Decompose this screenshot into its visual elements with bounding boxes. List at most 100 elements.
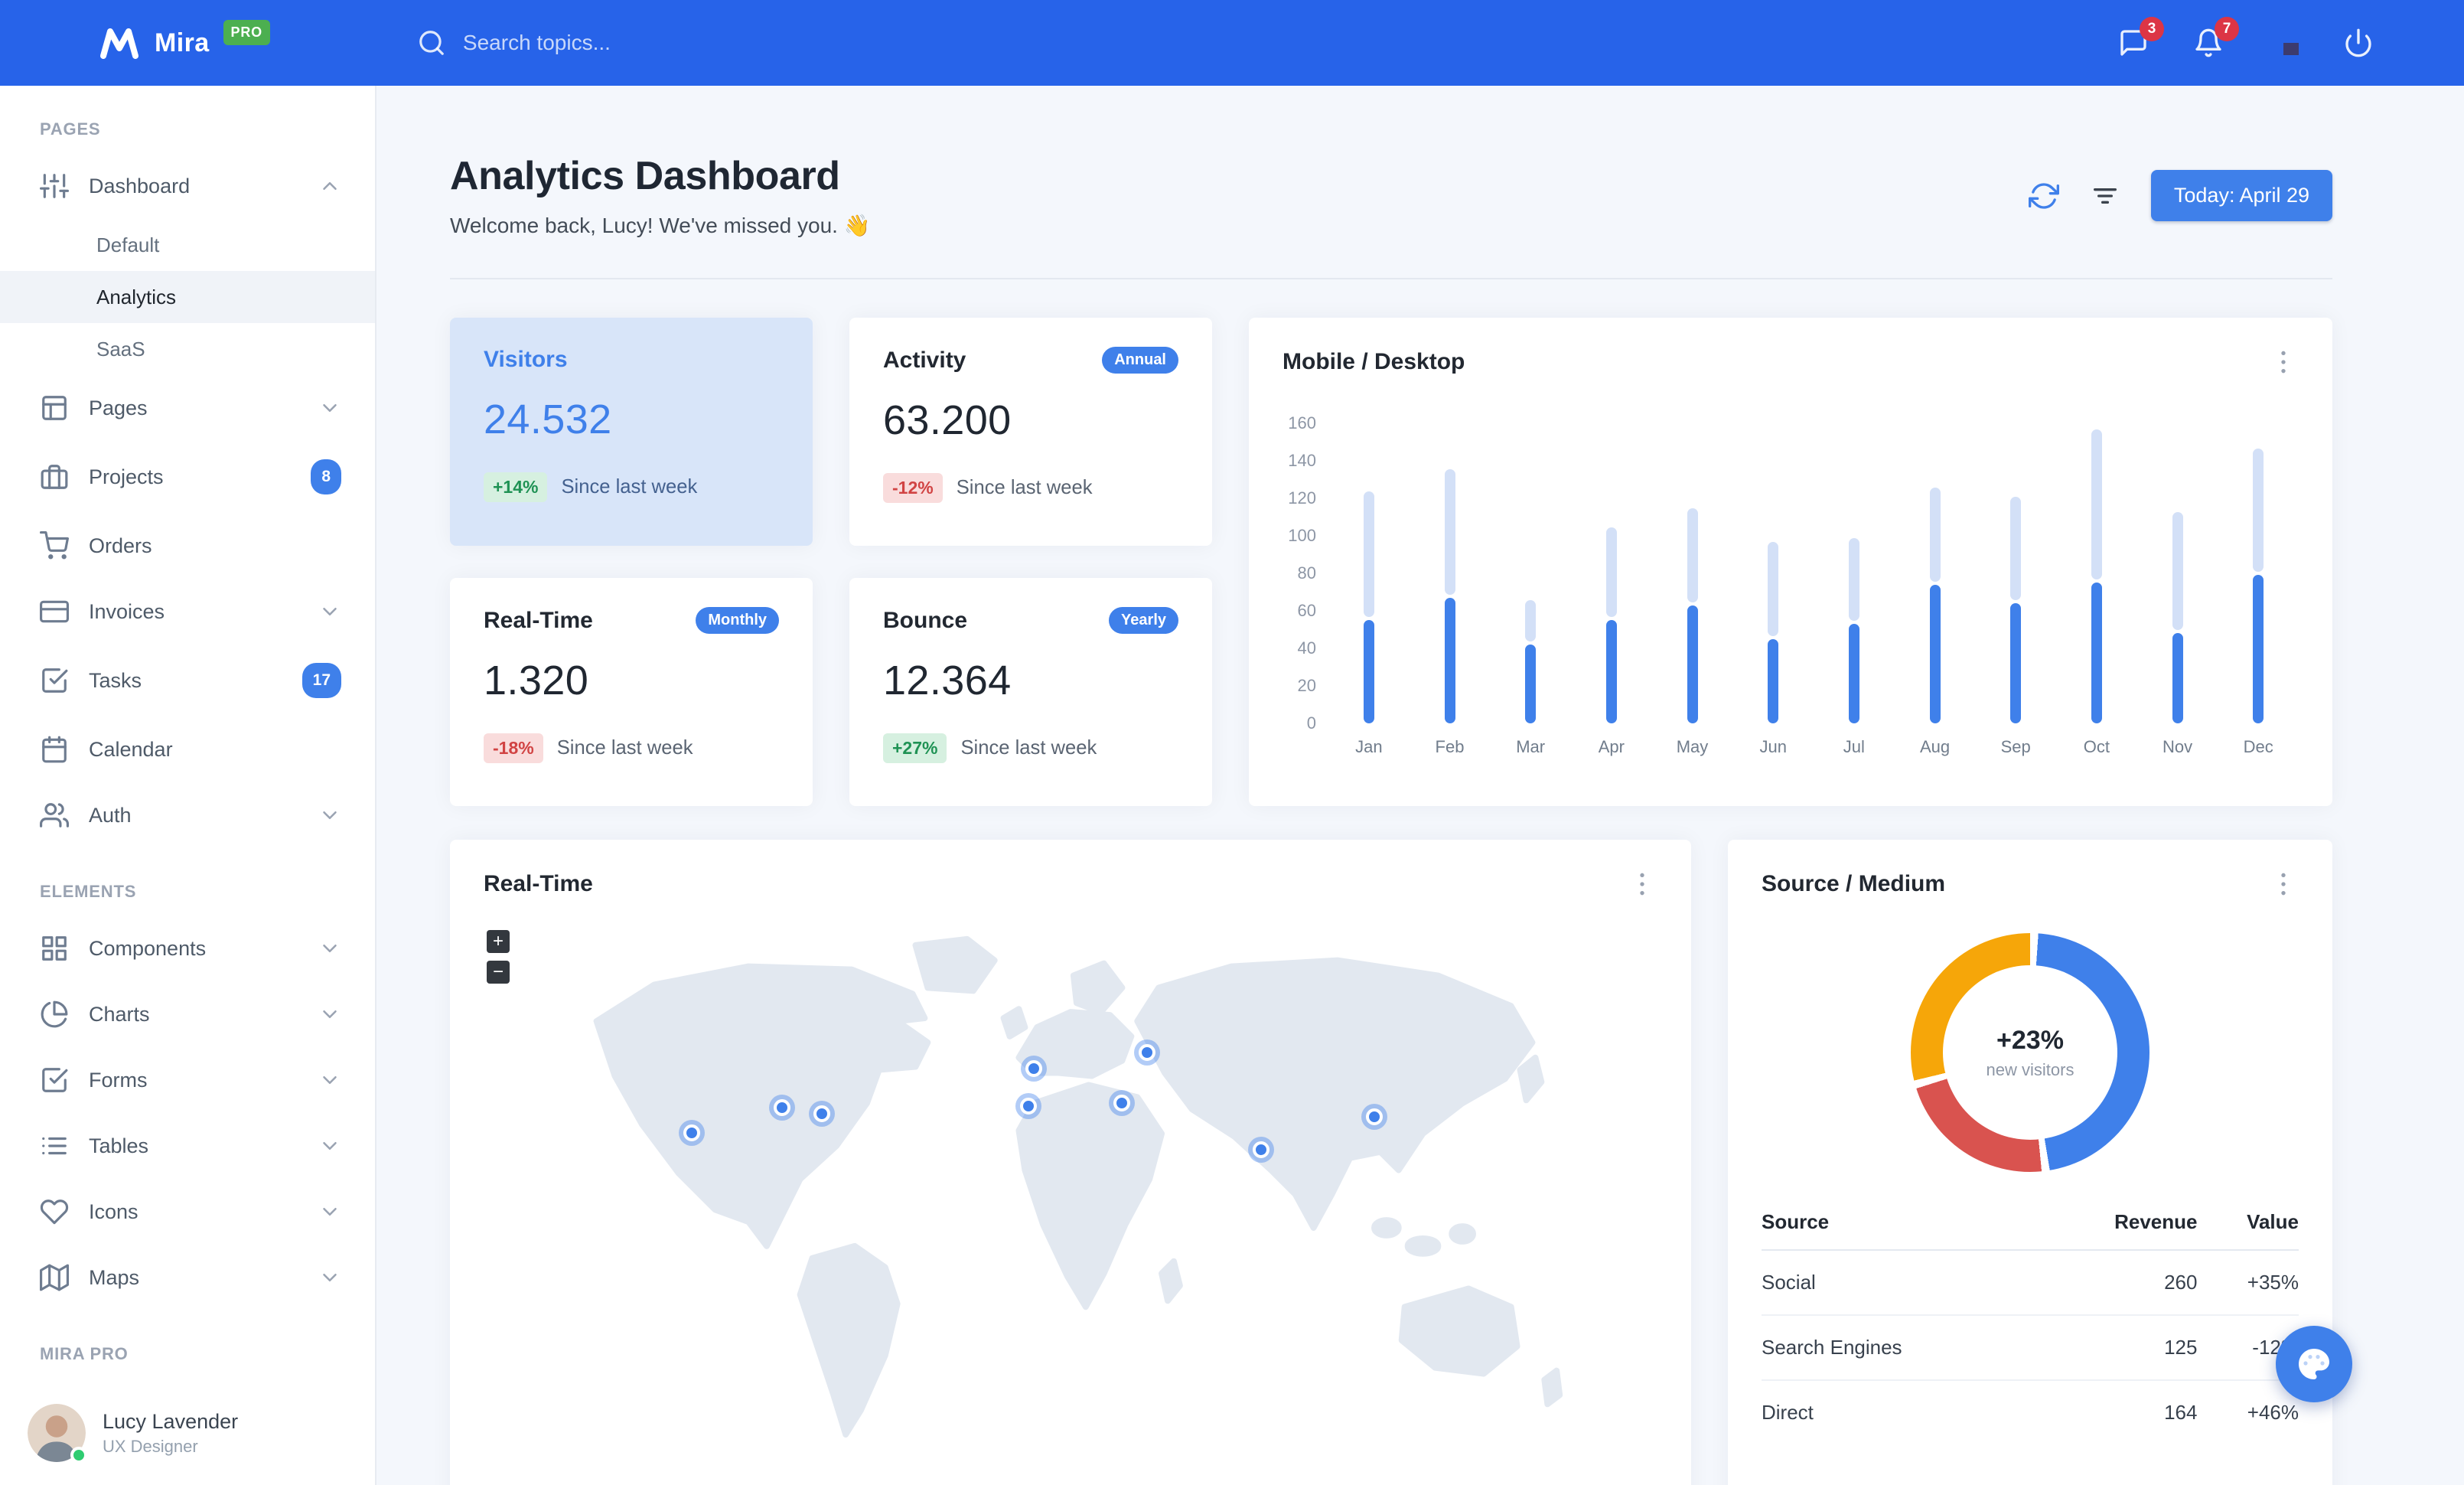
stats-grid: Visitors 24.532 +14% Since last week Act… bbox=[450, 318, 2332, 806]
sidebar-item-label: Components bbox=[89, 937, 207, 960]
filter-button[interactable] bbox=[2090, 181, 2120, 211]
search-input[interactable] bbox=[462, 31, 815, 55]
bar-group-mar: Mar bbox=[1490, 423, 1571, 777]
map-marker[interactable] bbox=[1019, 1098, 1037, 1115]
notifications-button[interactable]: 7 bbox=[2192, 17, 2239, 60]
sidebar-item-icons[interactable]: Icons bbox=[0, 1179, 375, 1245]
sidebar-subitem-default[interactable]: Default bbox=[0, 219, 375, 271]
bar-segment-desktop bbox=[2010, 603, 2022, 723]
bar-group-jan: Jan bbox=[1328, 423, 1410, 777]
refresh-button[interactable] bbox=[2028, 181, 2059, 211]
date-range-button[interactable]: Today: April 29 bbox=[2150, 170, 2332, 221]
bar-segment-desktop bbox=[1525, 645, 1537, 723]
language-button[interactable] bbox=[2267, 26, 2300, 60]
cell-source: Direct bbox=[1762, 1401, 1814, 1424]
sidebar-item-maps[interactable]: Maps bbox=[0, 1245, 375, 1310]
donut-center-value: +23% bbox=[1996, 1025, 2064, 1055]
stat-value: 12.364 bbox=[883, 658, 1012, 703]
cell-revenue: 260 bbox=[2035, 1250, 2198, 1316]
realtime-map-card: Real-Time + − bbox=[450, 840, 1691, 1485]
bar-segment-mobile bbox=[1444, 468, 1455, 595]
map-zoom-in-button[interactable]: + bbox=[487, 930, 510, 953]
bar-segment-mobile bbox=[2010, 497, 2022, 601]
source-table-body: Social 260 +35% Search Engines 125 -12% Direct… bbox=[1762, 1250, 2299, 1444]
brand[interactable]: Mira PRO bbox=[98, 19, 270, 60]
map-marker[interactable] bbox=[813, 1105, 830, 1122]
bar-segment-desktop bbox=[1444, 597, 1455, 723]
bar-segment-desktop bbox=[1768, 638, 1779, 723]
chart-title: Mobile / Desktop bbox=[1283, 349, 1465, 374]
chevron-down-icon bbox=[323, 811, 337, 819]
mira-logo-icon bbox=[100, 28, 139, 59]
y-axis-tick: 140 bbox=[1288, 451, 1316, 470]
user-role: UX Designer bbox=[103, 1436, 198, 1456]
top-navbar: Mira PRO 3 7 bbox=[0, 0, 2464, 86]
sidebar-item-tasks[interactable]: Tasks 17 bbox=[0, 645, 375, 716]
chevron-down-icon bbox=[323, 1076, 337, 1084]
sidebar-item-auth[interactable]: Auth bbox=[0, 782, 375, 848]
sidebar-item-components[interactable]: Components bbox=[0, 915, 375, 981]
calendar-icon bbox=[42, 736, 67, 763]
map-marker[interactable] bbox=[683, 1124, 700, 1142]
x-axis-tick: Sep bbox=[2000, 737, 2031, 756]
sidebar-item-label: Tasks bbox=[89, 669, 142, 692]
more-vertical-icon bbox=[2281, 873, 2286, 896]
list-icon bbox=[42, 1137, 67, 1155]
map-marker[interactable] bbox=[1025, 1059, 1043, 1077]
cell-revenue: 125 bbox=[2035, 1315, 2198, 1381]
sidebar-user[interactable]: Lucy Lavender UX Designer bbox=[0, 1381, 375, 1485]
online-status-dot bbox=[70, 1447, 87, 1464]
map-zoom-out-button[interactable]: − bbox=[487, 961, 510, 984]
map-menu-button[interactable] bbox=[1627, 869, 1657, 899]
messages-count-badge: 3 bbox=[2140, 17, 2164, 41]
map-marker[interactable] bbox=[773, 1098, 790, 1116]
map-marker[interactable] bbox=[1138, 1044, 1155, 1062]
chevron-down-icon bbox=[323, 608, 337, 615]
sidebar-item-charts[interactable]: Charts bbox=[0, 981, 375, 1047]
filter-icon bbox=[2093, 188, 2117, 204]
bar-segment-mobile bbox=[1363, 491, 1374, 618]
sidebar-item-forms[interactable]: Forms bbox=[0, 1047, 375, 1113]
sidebar-item-dashboard[interactable]: Dashboard bbox=[0, 153, 375, 219]
more-vertical-icon bbox=[2281, 351, 2286, 374]
x-axis-tick: Jan bbox=[1355, 737, 1383, 756]
bar-plot: Jan Feb Mar Apr May Jun Jul Aug Sep Oct Nov Dec bbox=[1328, 423, 2299, 777]
bar-segment-mobile bbox=[1929, 488, 1941, 582]
logout-button[interactable] bbox=[2342, 26, 2375, 60]
sidebar-item-tables[interactable]: Tables bbox=[0, 1113, 375, 1179]
period-badge: Yearly bbox=[1109, 607, 1178, 634]
x-axis-tick: Oct bbox=[2083, 737, 2110, 756]
chevron-down-icon bbox=[323, 404, 337, 412]
palette-icon bbox=[2299, 1349, 2329, 1379]
stat-title: Bounce bbox=[883, 607, 968, 633]
cell-value: +46% bbox=[2247, 1401, 2299, 1424]
table-row-direct: Direct 164 +46% bbox=[1762, 1380, 2299, 1444]
stat-card-visitors: Visitors 24.532 +14% Since last week bbox=[450, 318, 813, 546]
sidebar-subitem-saas[interactable]: SaaS bbox=[0, 323, 375, 375]
sidebar-item-calendar[interactable]: Calendar bbox=[0, 716, 375, 782]
x-axis-tick: Apr bbox=[1598, 737, 1625, 756]
theme-settings-fab[interactable] bbox=[2276, 1326, 2352, 1402]
messages-button[interactable]: 3 bbox=[2117, 17, 2164, 60]
bar-group-apr: Apr bbox=[1571, 423, 1652, 777]
map-marker[interactable] bbox=[1252, 1141, 1269, 1158]
period-badge: Annual bbox=[1102, 347, 1178, 374]
more-vertical-icon bbox=[1640, 873, 1644, 896]
sidebar-item-invoices[interactable]: Invoices bbox=[0, 579, 375, 645]
delta-badge: -18% bbox=[484, 733, 543, 763]
sidebar-item-projects[interactable]: Projects 8 bbox=[0, 441, 375, 513]
brand-name: Mira bbox=[155, 28, 210, 57]
map-marker[interactable] bbox=[1366, 1108, 1384, 1125]
avatar bbox=[28, 1404, 87, 1464]
source-menu-button[interactable] bbox=[2268, 869, 2299, 899]
sidebar-item-pages[interactable]: Pages bbox=[0, 375, 375, 441]
bar-group-sep: Sep bbox=[1975, 423, 2056, 777]
credit-card-icon bbox=[40, 600, 69, 623]
chart-menu-button[interactable] bbox=[2268, 347, 2299, 377]
map-marker[interactable] bbox=[1113, 1094, 1131, 1111]
sidebar-item-orders[interactable]: Orders bbox=[0, 513, 375, 579]
bar-group-feb: Feb bbox=[1410, 423, 1491, 777]
sidebar-subitem-analytics[interactable]: Analytics bbox=[0, 271, 375, 323]
cell-revenue: 164 bbox=[2164, 1401, 2198, 1424]
stat-note: Since last week bbox=[956, 477, 1093, 498]
